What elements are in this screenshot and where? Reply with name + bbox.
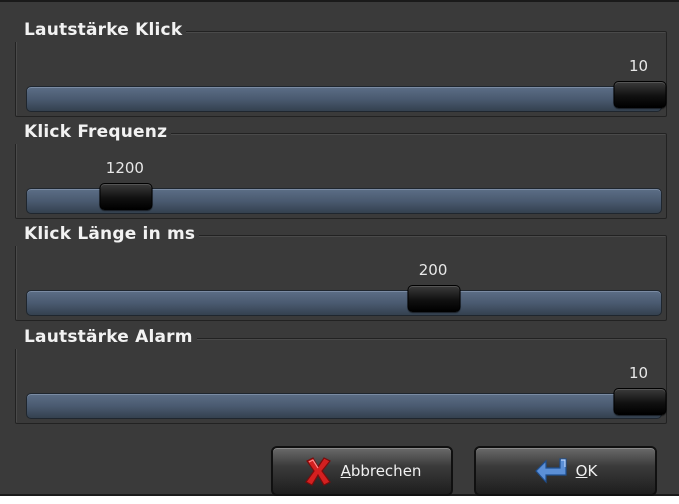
cancel-label: Abbrechen	[340, 462, 422, 480]
slider-title: Lautstärke Alarm	[14, 325, 197, 349]
slider-handle[interactable]	[407, 285, 461, 312]
slider-value: 1200	[105, 159, 144, 177]
slider-title: Lautstärke Klick	[14, 18, 187, 42]
slider-title: Klick Länge in ms	[14, 222, 200, 246]
slider-group-click-volume: Lautstärke Klick 10	[14, 18, 667, 117]
slider-group-click-frequency: Klick Frequenz 1200	[14, 120, 667, 219]
slider-group-alarm-volume: Lautstärke Alarm 10	[14, 325, 667, 424]
settings-dialog: Lautstärke Klick 10 Klick Frequenz 1200 …	[0, 0, 679, 496]
slider-handle[interactable]	[613, 388, 666, 415]
slider-group-click-length: Klick Länge in ms 200	[14, 222, 667, 321]
slider-title: Klick Frequenz	[14, 120, 172, 144]
slider-value: 10	[628, 364, 649, 382]
cancel-button[interactable]: Abbrechen	[271, 446, 453, 496]
ok-button[interactable]: OK	[474, 446, 657, 496]
slider-track[interactable]	[26, 183, 662, 214]
slider-handle[interactable]	[613, 81, 666, 108]
ok-label: OK	[575, 462, 598, 480]
slider-track[interactable]	[26, 388, 666, 419]
red-x-icon	[303, 456, 333, 486]
enter-arrow-icon	[534, 457, 568, 485]
slider-track[interactable]	[26, 81, 666, 112]
slider-value: 10	[628, 57, 649, 75]
slider-track[interactable]	[26, 285, 662, 316]
slider-handle[interactable]	[99, 183, 153, 210]
slider-value: 200	[418, 261, 448, 279]
